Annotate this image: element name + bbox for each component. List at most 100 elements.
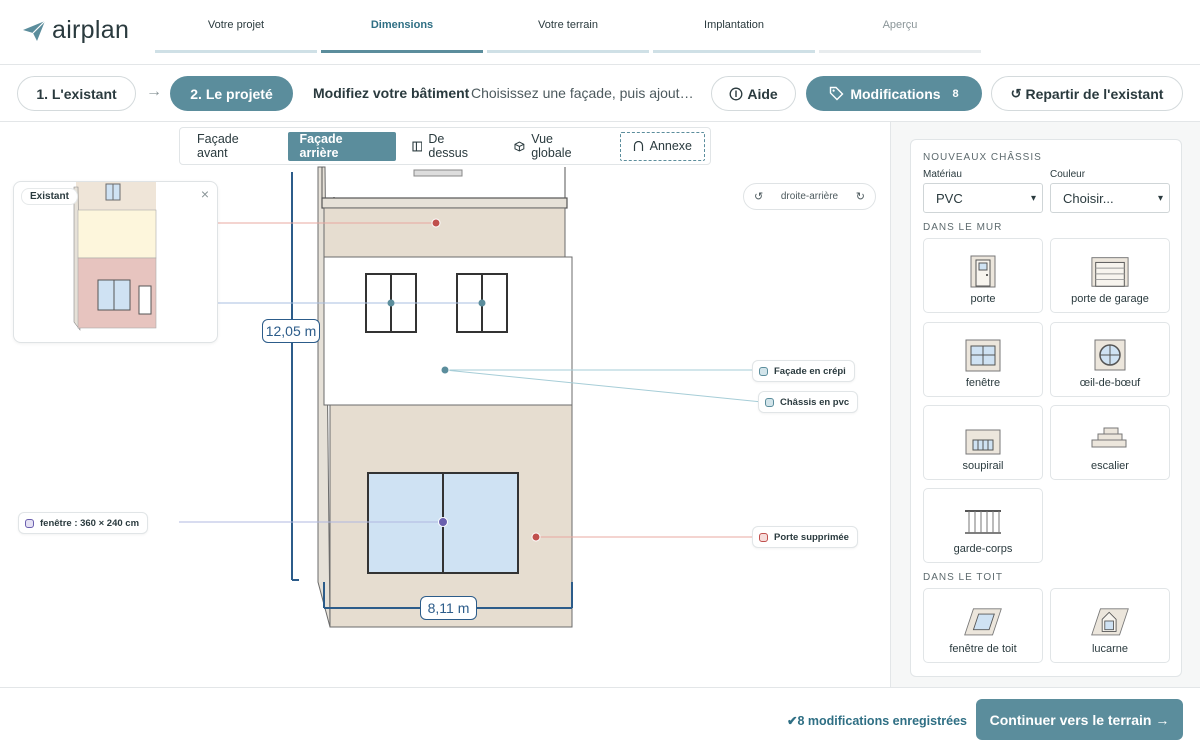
element-label-soupirail: soupirail [962,460,1004,472]
info-icon [729,87,743,100]
upper-band [323,207,566,258]
element-label-garde-corps: garde-corps [953,543,1013,555]
continue-button-label: Continuer vers le terrain → [989,711,1170,728]
marker-window-left [387,299,395,307]
element-label-porte-garage: porte de garage [1071,293,1149,305]
element-label-porte: porte [970,293,996,305]
tab-annexe[interactable]: Annexe [619,131,706,161]
annotation-window-size[interactable]: fenêtre : 360 × 240 cm [18,512,149,534]
basement-window-icon [963,420,1003,456]
orientation-label: droite-arrière [780,191,839,202]
modifications-label: Modifications [850,85,941,102]
tab-vue-globale-label: Vue globale [531,132,572,160]
resize-tag-icon [25,518,34,528]
facade-canvas[interactable]: Façade avant Façade arrière De dessus Vu… [0,122,890,687]
element-label-oeil-de-boeuf: œil-de-bœuf [1079,377,1141,389]
element-card-oeil-de-boeuf[interactable]: œil-de-bœuf [1050,322,1170,397]
round-window-icon [1090,337,1130,373]
step-votre-terrain[interactable]: Votre terrain [487,0,649,53]
window-icon [963,337,1003,373]
elements-sidebar: NOUVEAUX CHÂSSIS Matériau Couleur PVC ▾ … [890,122,1200,687]
instruction-text: Choisissez une façade, puis ajoutez les … [471,85,696,101]
reset-button-label: Repartir de l'existant [1025,85,1164,102]
annotation-facade[interactable]: Façade en crépi [752,360,855,382]
width-dimension-label[interactable]: 8,11 m [420,596,477,620]
existing-thumbnail-card[interactable]: Existant × [13,181,218,343]
material-select[interactable]: PVC ▾ [923,183,1043,213]
existing-house-thumbnail [73,182,157,331]
continue-button[interactable]: Continuer vers le terrain → [976,699,1183,740]
section-in-roof: DANS LE TOIT [923,572,1003,583]
element-card-fenetre[interactable]: fenêtre [923,322,1043,397]
step-dimensions[interactable]: Dimensions [321,0,483,53]
chevron-down-icon: ▾ [1030,192,1036,204]
element-label-fenetre: fenêtre [965,377,1001,389]
section-new-frames: NOUVEAUX CHÂSSIS [923,152,1042,163]
section-in-wall: DANS LE MUR [923,222,1003,233]
saved-status: ✔8 modifications enregistrées [787,714,967,728]
reset-icon: ↺ [1010,85,1022,101]
elements-panel: NOUVEAUX CHÂSSIS Matériau Couleur PVC ▾ … [910,139,1182,677]
marker-removed-top [431,218,441,228]
element-card-porte[interactable]: porte [923,238,1043,313]
existing-thumbnail-label: Existant [21,188,78,205]
element-label-fenetre-toit: fenêtre de toit [949,643,1017,655]
dormer-icon [1090,603,1130,639]
railing-icon [963,503,1003,539]
modifications-button[interactable]: Modifications 8 [806,76,982,111]
footer-bar: ✔8 modifications enregistrées Continuer … [0,687,1200,750]
element-card-porte-garage[interactable]: porte de garage [1050,238,1170,313]
tab-de-dessus[interactable]: De dessus [400,132,499,161]
reset-button[interactable]: ↺ Repartir de l'existant [991,76,1183,111]
tab-de-dessus-label: De dessus [428,132,468,160]
marker-large-window [438,517,448,527]
project-button[interactable]: 2. Le projeté [170,76,293,111]
stepper: Votre projet Dimensions Votre terrain Im… [155,0,981,53]
annotation-chassis[interactable]: Châssis en pvc [758,391,859,413]
material-select-value: PVC [936,190,963,206]
tag-icon [830,86,844,101]
top-bar: airplan Votre projet Dimensions Votre te… [0,0,1200,65]
rotate-right-icon[interactable]: ↻ [856,190,865,203]
color-label: Couleur [1050,169,1086,180]
annotation-door-removed[interactable]: Porte supprimée [752,526,858,548]
element-card-garde-corps[interactable]: garde-corps [923,488,1043,563]
rotate-left-icon[interactable]: ↺ [754,190,763,203]
tab-facade-arriere[interactable]: Façade arrière [287,131,396,161]
annotation-facade-text: Façade en crépi [774,365,846,377]
element-card-lucarne[interactable]: lucarne [1050,588,1170,663]
tab-facade-avant-label: Façade avant [197,132,239,160]
facade-tag-icon [759,366,768,376]
element-label-escalier: escalier [1091,460,1129,472]
view-tabs: Façade avant Façade arrière De dessus Vu… [179,127,711,165]
step-implantation[interactable]: Implantation [653,0,815,53]
top-view-icon [412,141,422,151]
help-button-label: Aide [747,85,778,102]
marker-window-right [478,299,486,307]
element-card-fenetre-toit[interactable]: fenêtre de toit [923,588,1043,663]
garage-door-icon [1090,253,1130,289]
annotation-chassis-text: Châssis en pvc [780,396,850,408]
orientation-control: ↺ droite-arrière ↻ [743,183,876,210]
step-apercu[interactable]: Aperçu [819,0,981,53]
annotation-door-text: Porte supprimée [774,531,849,543]
roof-eave [321,197,568,209]
height-dimension-line [291,172,299,581]
middle-facade [323,256,573,406]
existing-button-label: 1. L'existant [36,85,117,102]
arrow-right-icon: → [146,83,162,100]
tab-vue-globale[interactable]: Vue globale [502,132,607,161]
cube-icon [514,141,525,151]
color-select[interactable]: Choisir... ▾ [1050,183,1170,213]
logo[interactable]: airplan [22,16,129,45]
modifications-count-badge: 8 [952,87,959,100]
removed-tag-icon [759,532,768,542]
tab-facade-avant[interactable]: Façade avant [185,132,284,161]
existing-button[interactable]: 1. L'existant [17,76,136,111]
element-card-soupirail[interactable]: soupirail [923,405,1043,480]
step-votre-projet[interactable]: Votre projet [155,0,317,53]
help-button[interactable]: Aide [711,76,796,111]
element-card-escalier[interactable]: escalier [1050,405,1170,480]
marker-facade [440,365,450,375]
height-dimension-label[interactable]: 12,05 m [262,319,320,343]
